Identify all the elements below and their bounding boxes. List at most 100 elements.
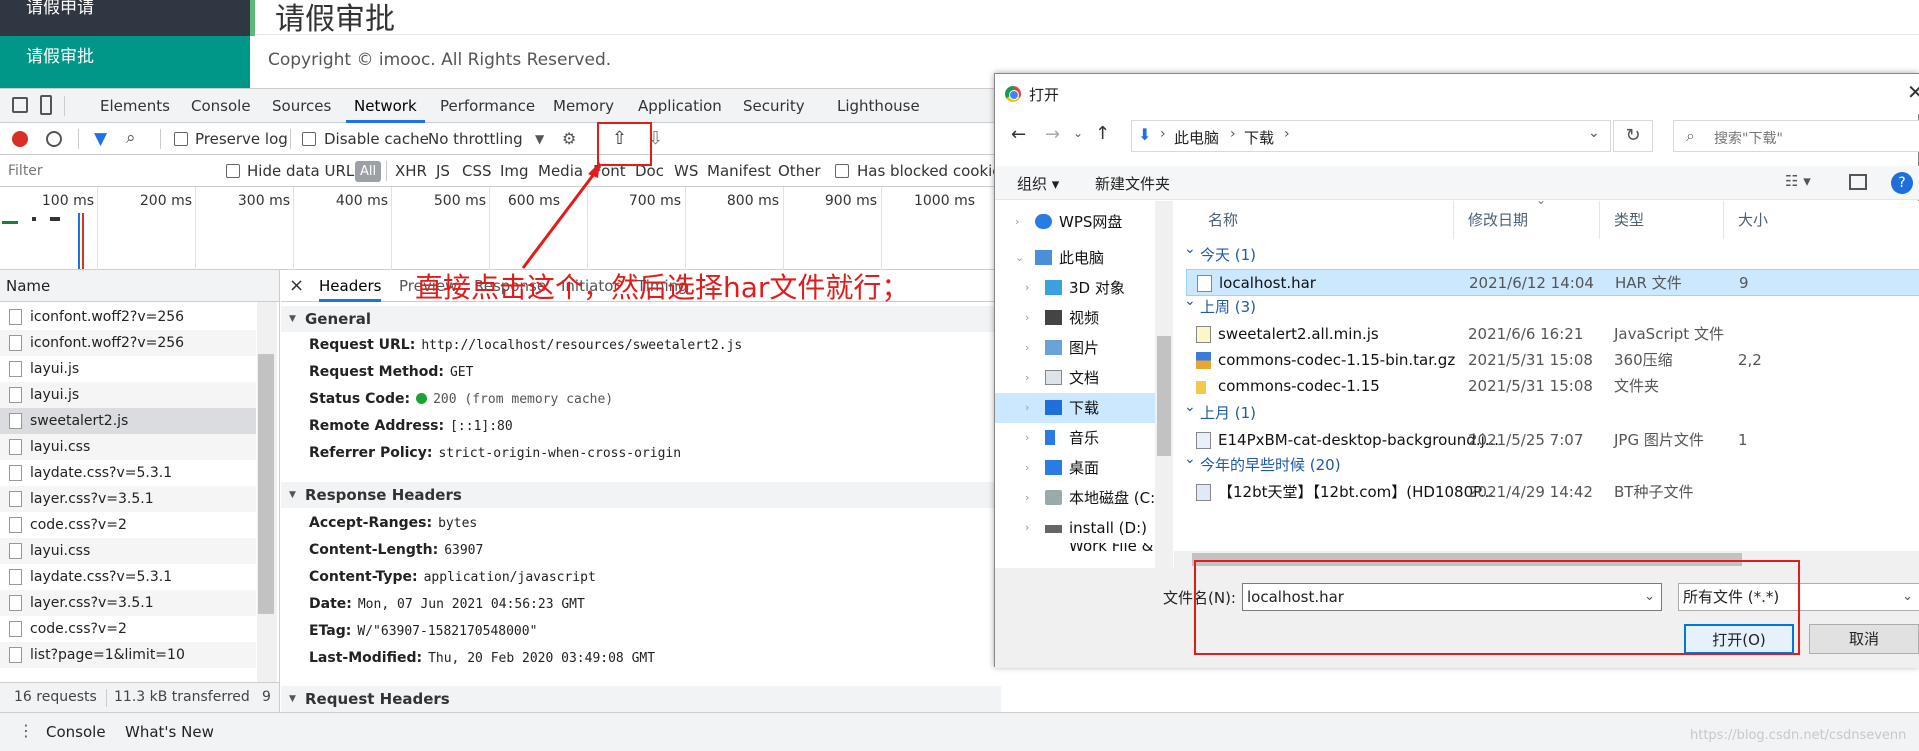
file-row-localhost-har[interactable]: localhost.har 2021/6/12 14:04 HAR 文件 9 xyxy=(1186,269,1919,296)
refresh-icon[interactable]: ↻ xyxy=(1613,120,1653,152)
filter-funnel-icon[interactable]: ▼ xyxy=(94,129,107,149)
nav-item-music[interactable]: › 音乐 xyxy=(1005,423,1165,453)
breadcrumb-downloads[interactable]: 下载 xyxy=(1244,127,1274,148)
tab-headers[interactable]: Headers xyxy=(319,270,382,302)
list-item[interactable]: code.css?v=2 xyxy=(0,616,256,642)
preserve-log-checkbox[interactable] xyxy=(174,132,188,146)
chevron-down-icon[interactable]: ⌄ xyxy=(1588,125,1600,141)
nav-item-work[interactable]: Work File & W... xyxy=(1005,543,1165,565)
breadcrumb-this-pc[interactable]: 此电脑 xyxy=(1174,127,1219,148)
group-header-last-week[interactable]: 上周 (3) xyxy=(1184,289,1256,319)
file-row[interactable]: commons-codec-1.15 2021/5/31 15:08 文件夹 xyxy=(1186,373,1919,400)
list-item[interactable]: layui.css xyxy=(0,434,256,460)
forward-icon[interactable]: → xyxy=(1045,124,1060,145)
list-item[interactable]: layui.js xyxy=(0,356,256,382)
blocked-cookies-checkbox[interactable] xyxy=(835,164,849,178)
filter-other[interactable]: Other xyxy=(778,155,821,187)
search-input[interactable]: ⌕ 搜索"下载" xyxy=(1673,120,1919,152)
disable-cache-checkbox[interactable] xyxy=(302,132,316,146)
group-header-today[interactable]: 今天 (1) xyxy=(1184,237,1256,267)
cancel-button[interactable]: 取消 xyxy=(1809,624,1919,654)
scrollbar-thumb[interactable] xyxy=(1157,336,1171,456)
column-size[interactable]: 大小 xyxy=(1738,201,1768,239)
nav-item-drive-c[interactable]: › 本地磁盘 (C:) xyxy=(1005,483,1165,513)
recent-locations-icon[interactable]: ⌄ xyxy=(1073,126,1083,140)
record-icon[interactable] xyxy=(12,131,28,147)
tab-network[interactable]: Network xyxy=(346,89,425,123)
column-divider[interactable] xyxy=(1723,201,1724,239)
filter-ws[interactable]: WS xyxy=(674,155,698,187)
list-item[interactable]: layui.css xyxy=(0,538,256,564)
column-type[interactable]: 类型 xyxy=(1614,201,1644,239)
list-item[interactable]: code.css?v=2 xyxy=(0,512,256,538)
column-name[interactable]: 名称 xyxy=(1208,201,1238,239)
filter-manifest[interactable]: Manifest xyxy=(707,155,771,187)
list-item[interactable]: layer.css?v=3.5.1 xyxy=(0,486,256,512)
group-header-last-month[interactable]: 上月 (1) xyxy=(1184,395,1256,425)
nav-item-downloads[interactable]: › 下载 xyxy=(995,393,1155,423)
organize-button[interactable]: 组织 ▾ xyxy=(1017,173,1059,194)
hide-data-urls-checkbox[interactable] xyxy=(226,164,240,178)
tab-console[interactable]: Console xyxy=(191,89,251,123)
file-row[interactable]: 【12bt天堂】【12bt.com】(HD1080P... 2021/4/29 … xyxy=(1186,479,1919,506)
nav-item-this-pc[interactable]: ⌄ 此电脑 xyxy=(995,243,1155,273)
help-icon[interactable]: ? xyxy=(1891,172,1913,194)
column-divider[interactable] xyxy=(1599,201,1600,239)
drawer-tab-whats-new[interactable]: What's New xyxy=(125,723,214,741)
throttling-select[interactable]: No throttling xyxy=(428,123,523,155)
general-section-header[interactable]: General xyxy=(281,306,1001,332)
list-item[interactable]: layui.js xyxy=(0,382,256,408)
filter-all-button[interactable]: All xyxy=(355,161,381,182)
tab-lighthouse[interactable]: Lighthouse xyxy=(837,89,920,123)
scrollbar-thumb[interactable] xyxy=(258,354,274,614)
list-item[interactable]: list?page=1&limit=10 xyxy=(0,642,256,668)
nav-item-documents[interactable]: › 文档 xyxy=(1005,363,1165,393)
back-icon[interactable]: ← xyxy=(1011,124,1026,145)
nav-item-pictures[interactable]: › 图片 xyxy=(1005,333,1165,363)
response-headers-section-header[interactable]: Response Headers xyxy=(281,482,1001,508)
list-item[interactable]: layer.css?v=3.5.1 xyxy=(0,590,256,616)
inspect-element-icon[interactable] xyxy=(12,97,28,113)
list-item[interactable]: laydate.css?v=5.3.1 xyxy=(0,460,256,486)
filter-input[interactable] xyxy=(4,159,210,183)
up-icon[interactable]: ↑ xyxy=(1095,123,1110,144)
group-header-earlier-this-year[interactable]: 今年的早些时候 (20) xyxy=(1184,447,1341,477)
column-date[interactable]: 修改日期 xyxy=(1468,201,1528,239)
filter-css[interactable]: CSS xyxy=(462,155,492,187)
view-options-icon[interactable]: ☷ ▾ xyxy=(1785,172,1811,190)
filter-xhr[interactable]: XHR xyxy=(395,155,427,187)
drawer-tab-console[interactable]: Console xyxy=(46,723,106,741)
clear-icon[interactable] xyxy=(46,131,62,147)
tab-elements[interactable]: Elements xyxy=(100,89,170,123)
column-name[interactable]: Name xyxy=(6,277,50,295)
sidebar-item-leave-apply[interactable]: 请假申请 xyxy=(0,0,250,30)
tab-memory[interactable]: Memory xyxy=(553,89,614,123)
file-row[interactable]: sweetalert2.all.min.js 2021/6/6 16:21 Ja… xyxy=(1186,321,1919,348)
column-divider[interactable] xyxy=(1453,201,1454,239)
tab-security[interactable]: Security xyxy=(743,89,805,123)
dialog-close-icon[interactable]: ✕ xyxy=(1907,80,1919,104)
nav-item-drive-d[interactable]: › install (D:) xyxy=(1005,513,1165,543)
tab-performance[interactable]: Performance xyxy=(440,89,535,123)
nav-item-3d[interactable]: › 3D 对象 xyxy=(1005,273,1165,303)
drawer-menu-icon[interactable]: ⋮ xyxy=(18,721,34,740)
list-item[interactable]: laydate.css?v=5.3.1 xyxy=(0,564,256,590)
sidebar-item-leave-approve[interactable]: 请假审批 xyxy=(0,36,250,88)
close-icon[interactable]: × xyxy=(289,270,304,302)
tab-application[interactable]: Application xyxy=(638,89,722,123)
filter-js[interactable]: JS xyxy=(436,155,450,187)
file-row[interactable]: E14PxBM-cat-desktop-background.j... 2021… xyxy=(1186,427,1919,454)
file-row[interactable]: commons-codec-1.15-bin.tar.gz 2021/5/31 … xyxy=(1186,347,1919,374)
preview-pane-icon[interactable] xyxy=(1849,174,1867,190)
device-toggle-icon[interactable] xyxy=(40,95,52,115)
list-item[interactable]: iconfont.woff2?v=256 xyxy=(0,304,256,330)
list-item[interactable]: iconfont.woff2?v=256 xyxy=(0,330,256,356)
address-bar[interactable]: ⬇ › 此电脑 › 下载 › ⌄ xyxy=(1131,120,1611,152)
tab-sources[interactable]: Sources xyxy=(272,89,331,123)
search-icon[interactable]: ⌕ xyxy=(126,128,136,148)
nav-item-wps[interactable]: › WPS网盘 xyxy=(995,207,1155,237)
nav-item-desktop[interactable]: › 桌面 xyxy=(1005,453,1165,483)
new-folder-button[interactable]: 新建文件夹 xyxy=(1095,173,1170,194)
network-conditions-icon[interactable]: ⚙ xyxy=(562,123,576,155)
list-item-selected[interactable]: sweetalert2.js xyxy=(0,408,256,434)
